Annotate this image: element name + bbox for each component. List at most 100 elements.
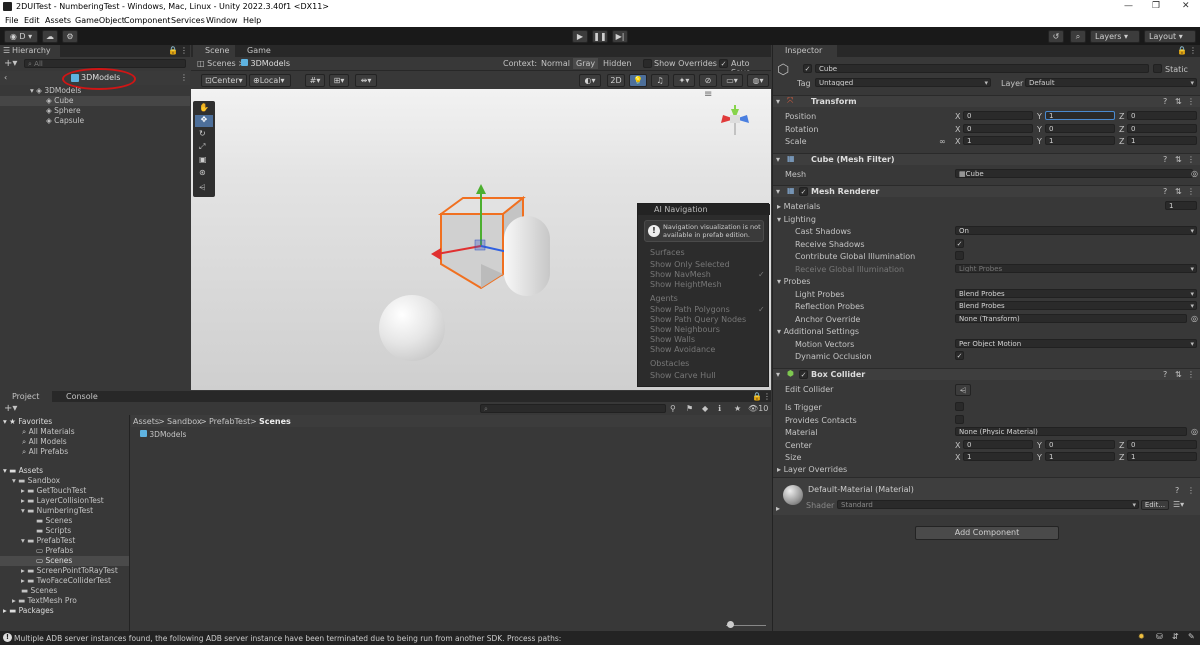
object-picker-icon[interactable]: ◎ <box>1191 427 1198 436</box>
debug-mode-icon[interactable]: ✎ <box>1188 632 1195 641</box>
preset-icon[interactable]: ⇅ <box>1175 155 1182 164</box>
hand-tool-icon[interactable]: ✋ <box>199 103 209 112</box>
play-button[interactable]: ▶ <box>572 30 588 43</box>
shader-dropdown[interactable]: Standard <box>837 500 1139 509</box>
scale-x[interactable]: 1 <box>963 136 1033 145</box>
maximize-button[interactable]: ❐ <box>1152 1 1160 11</box>
pivot-dropdown[interactable]: ⊡Center▾ <box>201 74 247 87</box>
info-icon[interactable]: ℹ <box>718 404 721 413</box>
folder-screenpointtoraytest[interactable]: ▸ ▬ ScreenPointToRayTest <box>21 566 118 575</box>
layer-dropdown[interactable]: Default <box>1025 78 1197 87</box>
move-tool-icon[interactable]: ✥ <box>195 115 213 127</box>
preset-icon[interactable]: ⇅ <box>1175 370 1182 379</box>
context-normal[interactable]: Normal <box>541 59 570 68</box>
folder-prefabs[interactable]: ▭ Prefabs <box>36 546 73 555</box>
favorite-all-prefabs[interactable]: ⌕ All Prefabs <box>22 447 68 457</box>
toggle-2d-button[interactable]: 2D <box>607 74 625 87</box>
help-icon[interactable]: ? <box>1175 486 1179 495</box>
network-icon[interactable]: ⇵ <box>1172 632 1179 641</box>
effects-toggle-icon[interactable]: ✦▾ <box>673 74 695 87</box>
object-picker-icon[interactable]: ◎ <box>1191 314 1198 323</box>
position-x[interactable]: 0 <box>963 111 1033 120</box>
show-walls-toggle[interactable]: Show Walls <box>650 335 695 344</box>
menu-services[interactable]: Services <box>171 16 205 25</box>
component-menu-icon[interactable]: ⋮ <box>1187 97 1195 106</box>
receive-shadows-checkbox[interactable]: ✓ <box>955 239 964 248</box>
camera-settings-icon[interactable]: ▭▾ <box>721 74 743 87</box>
account-dropdown[interactable]: ◉ D ▾ <box>4 30 38 43</box>
component-menu-icon[interactable]: ⋮ <box>1187 187 1195 196</box>
tree-item-capsule[interactable]: ◈ Capsule <box>46 116 84 125</box>
grid-snap-icon[interactable]: #▾ <box>305 74 325 87</box>
layer-overrides-foldout[interactable]: ▸ Layer Overrides <box>777 465 847 474</box>
materials-count[interactable]: 1 <box>1165 201 1197 210</box>
menu-component[interactable]: Component <box>124 16 170 25</box>
close-button[interactable]: ✕ <box>1182 1 1190 11</box>
history-icon[interactable]: ↺ <box>1048 30 1064 43</box>
cache-server-icon[interactable]: ⛁ <box>1156 632 1163 641</box>
folder-scripts[interactable]: ▬ Scripts <box>36 526 71 535</box>
reflection-probes-dropdown[interactable]: Blend Probes <box>955 301 1197 310</box>
audio-toggle-icon[interactable]: ♫ <box>651 74 669 87</box>
contribute-gi-checkbox[interactable] <box>955 251 964 260</box>
step-button[interactable]: ▶| <box>612 30 628 43</box>
create-button[interactable]: +▾ <box>4 403 17 414</box>
layers-dropdown[interactable]: Layers ▾ <box>1090 30 1140 43</box>
tab-inspector[interactable]: Inspector <box>773 45 837 57</box>
breadcrumb-3dmodels[interactable]: 3DModels <box>241 59 290 68</box>
box-collider-header[interactable]: ▾ ⬢ ✓ Box Collider ? ⇅ ⋮ <box>773 368 1200 380</box>
tree-item-cube[interactable]: ◈ Cube <box>46 96 74 105</box>
constrain-proportions-icon[interactable]: ∞ <box>939 137 946 146</box>
help-icon[interactable]: ? <box>1163 187 1167 196</box>
shader-edit-button[interactable]: Edit... <box>1141 500 1169 510</box>
favorite-icon[interactable]: ★ <box>734 404 741 413</box>
folder-assets-scenes[interactable]: ▬ Scenes <box>21 586 57 595</box>
anchor-override-field[interactable]: None (Transform) <box>955 314 1187 323</box>
additional-settings-foldout[interactable]: ▾ Additional Settings <box>777 327 859 336</box>
context-gray[interactable]: Gray <box>573 58 599 69</box>
show-path-polygons-toggle[interactable]: Show Path Polygons <box>650 305 730 314</box>
size-y[interactable]: 1 <box>1045 452 1115 461</box>
tree-root-3dmodels[interactable]: ▾ ◈ 3DModels <box>30 86 81 95</box>
assets-folder[interactable]: ▾ ▬ Assets <box>3 466 43 475</box>
more-menu-icon[interactable]: ⋮ <box>180 46 188 55</box>
layout-dropdown[interactable]: Layout ▾ <box>1144 30 1196 43</box>
more-menu-icon[interactable]: ⋮ <box>763 392 771 401</box>
path-sandbox[interactable]: Sandbox <box>167 417 202 426</box>
status-message[interactable]: Multiple ADB server instances found, the… <box>14 634 561 643</box>
tab-project[interactable]: Project <box>0 391 52 403</box>
static-checkbox[interactable] <box>1153 64 1162 73</box>
folder-scenes[interactable]: ▬ Scenes <box>36 516 72 525</box>
menu-help[interactable]: Help <box>243 16 261 25</box>
minimize-button[interactable]: — <box>1124 1 1133 11</box>
shader-menu-icon[interactable]: ☰▾ <box>1173 500 1184 509</box>
slider-thumb[interactable] <box>727 621 734 628</box>
collab-icon[interactable]: ⚙ <box>62 30 78 43</box>
capsule-object[interactable] <box>504 216 550 296</box>
center-y[interactable]: 0 <box>1045 440 1115 449</box>
orientation-gizmo[interactable] <box>711 101 763 143</box>
dynamic-occlusion-checkbox[interactable]: ✓ <box>955 351 964 360</box>
favorites-header[interactable]: ▾ ★ Favorites <box>3 417 52 426</box>
menu-gameobject[interactable]: GameObject <box>75 16 125 25</box>
asset-3dmodels[interactable]: 3DModels <box>140 430 186 439</box>
custom-tool-icon[interactable]: ⩤ <box>199 183 205 193</box>
tab-console[interactable]: Console <box>54 391 106 403</box>
folder-prefabtest[interactable]: ▾ ▬ PrefabTest <box>21 536 75 545</box>
object-picker-icon[interactable]: ◎ <box>1191 169 1198 178</box>
show-heightmesh-toggle[interactable]: Show HeightMesh <box>650 280 722 289</box>
search-icon[interactable]: ⌕ <box>1070 30 1086 43</box>
show-navmesh-toggle[interactable]: Show NavMesh <box>650 270 711 279</box>
tab-game[interactable]: Game <box>235 45 277 57</box>
box-collider-enabled-checkbox[interactable]: ✓ <box>799 370 808 379</box>
component-menu-icon[interactable]: ⋮ <box>1187 155 1195 164</box>
breadcrumb-scenes[interactable]: ◫ Scenes > <box>197 59 245 68</box>
rotation-z[interactable]: 0 <box>1127 124 1197 133</box>
auto-save-checkbox[interactable]: ✓ <box>719 59 728 68</box>
label-icon[interactable]: ◆ <box>702 404 708 413</box>
mesh-filter-header[interactable]: ▾ ▦ Cube (Mesh Filter) ? ⇅ ⋮ <box>773 153 1200 165</box>
more-menu-icon[interactable]: ⋮ <box>180 73 188 82</box>
folder-gettouchtest[interactable]: ▸ ▬ GetTouchTest <box>21 486 86 495</box>
preset-icon[interactable]: ⇅ <box>1175 187 1182 196</box>
menu-window[interactable]: Window <box>206 16 238 25</box>
